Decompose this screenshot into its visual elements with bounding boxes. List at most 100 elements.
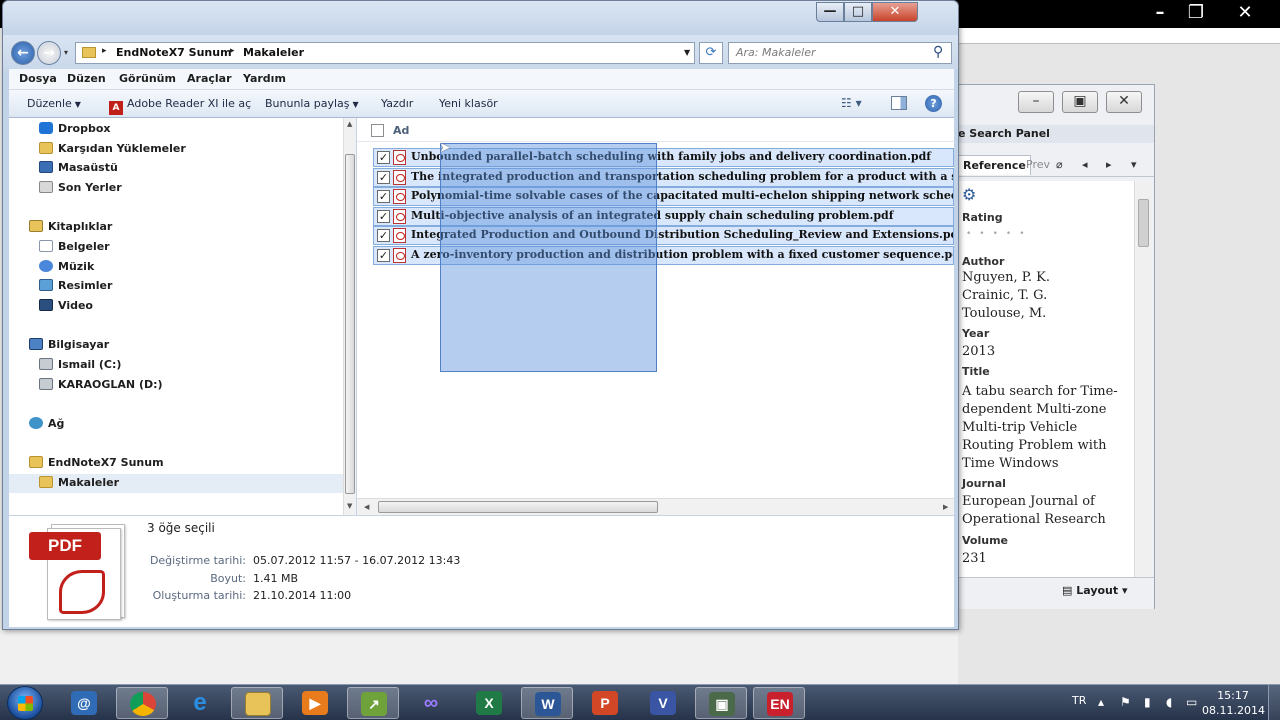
tab-reference[interactable]: Reference (958, 155, 1031, 175)
open-with-button[interactable]: A Adobe Reader XI ile aç (109, 97, 251, 115)
nav-dropbox[interactable]: Dropbox (39, 120, 111, 138)
start-button[interactable] (7, 686, 43, 720)
new-folder-button[interactable]: Yeni klasör (439, 97, 498, 110)
taskbar-infinity[interactable]: ∞ (405, 687, 457, 719)
next-icon[interactable]: ▸ (1106, 158, 1112, 171)
attachment-icon[interactable]: ⌀ (1056, 158, 1063, 171)
endnote-close-button[interactable]: ✕ (1225, 2, 1265, 24)
scroll-up-icon[interactable]: ▲ (347, 120, 352, 128)
nav-drive-c[interactable]: Ismail (C:) (39, 356, 121, 374)
taskbar-media-player[interactable]: ▶ (289, 687, 341, 719)
menu-duzen[interactable]: Düzen (67, 72, 106, 85)
row-checkbox[interactable]: ✓ (377, 249, 390, 262)
title-line-5[interactable]: Time Windows (962, 455, 1059, 473)
more-icon[interactable]: ▾ (1131, 158, 1137, 171)
nav-music[interactable]: Müzik (39, 258, 94, 276)
chevron-right-icon[interactable]: ▸ (230, 46, 235, 56)
layout-button[interactable]: ▤ Layout ▾ (1062, 584, 1128, 597)
tab-preview[interactable]: Prev (1022, 155, 1054, 175)
chevron-right-icon[interactable]: ▸ (102, 46, 107, 56)
taskbar-internet-explorer[interactable]: e (174, 687, 226, 719)
nav-makaleler[interactable]: Makaleler (39, 474, 119, 492)
scroll-thumb[interactable] (378, 501, 658, 513)
signal-icon[interactable]: ▮ (1144, 695, 1151, 709)
scroll-right-icon[interactable]: ▶ (943, 503, 948, 511)
nav-endnote-folder[interactable]: EndNoteX7 Sunum (29, 454, 164, 472)
recent-pages-icon[interactable]: ▾ (64, 48, 68, 57)
breadcrumb-makaleler[interactable]: Makaleler (243, 46, 304, 59)
nav-libraries[interactable]: Kitaplıklar (29, 218, 112, 236)
row-checkbox[interactable]: ✓ (377, 210, 390, 223)
author-2[interactable]: Crainic, T. G. (962, 287, 1047, 305)
battery-icon[interactable]: ▭ (1186, 695, 1197, 709)
scroll-thumb[interactable] (345, 154, 355, 494)
panel-restore-button[interactable]: ▣ (1062, 91, 1098, 113)
author-3[interactable]: Toulouse, M. (962, 305, 1046, 323)
horizontal-scrollbar[interactable]: ◀ ▶ (357, 498, 954, 515)
preview-pane-icon[interactable] (891, 96, 907, 110)
share-button[interactable]: Bununla paylaş ▼ (265, 97, 359, 110)
year-value[interactable]: 2013 (962, 343, 995, 361)
refresh-button[interactable]: ⟳ (699, 42, 723, 64)
nav-drive-d[interactable]: KARAOGLAN (D:) (39, 376, 163, 394)
taskbar-visio[interactable]: V (637, 687, 689, 719)
author-1[interactable]: Nguyen, P. K. (962, 269, 1050, 287)
clock-time[interactable]: 15:17 (1208, 689, 1258, 702)
nav-downloads[interactable]: Karşıdan Yüklemeler (39, 140, 186, 158)
endnote-minimize-button[interactable]: – (1140, 2, 1180, 24)
menu-araclar[interactable]: Araçlar (187, 72, 232, 85)
column-name-header[interactable]: Ad (393, 124, 409, 137)
row-checkbox[interactable]: ✓ (377, 171, 390, 184)
search-icon[interactable]: ⚲ (933, 44, 943, 60)
nav-scrollbar[interactable]: ▲ ▼ (343, 118, 356, 515)
volume-value[interactable]: 231 (962, 550, 987, 568)
clock-date[interactable]: 08.11.2014 (1202, 704, 1265, 717)
breadcrumb-endnote[interactable]: EndNoteX7 Sunum (116, 46, 232, 59)
previous-icon[interactable]: ◂ (1082, 158, 1088, 171)
panel-close-button[interactable]: ✕ (1106, 91, 1142, 113)
title-line-2[interactable]: dependent Multi-zone (962, 401, 1107, 419)
minimize-button[interactable]: — (816, 2, 844, 22)
nav-pictures[interactable]: Resimler (39, 277, 112, 295)
chevron-down-icon[interactable]: ▼ (684, 48, 690, 57)
taskbar-endnote[interactable]: EN (753, 687, 805, 719)
nav-network[interactable]: Ağ (29, 415, 64, 433)
journal-line-2[interactable]: Operational Research (962, 511, 1106, 529)
nav-documents[interactable]: Belgeler (39, 238, 110, 256)
panel-minimize-button[interactable]: – (1018, 91, 1054, 113)
close-button[interactable]: ✕ (872, 2, 918, 22)
print-button[interactable]: Yazdır (381, 97, 413, 110)
nav-recent-places[interactable]: Son Yerler (39, 179, 122, 197)
title-line-3[interactable]: Multi-trip Vehicle (962, 419, 1077, 437)
scroll-thumb[interactable] (1138, 199, 1149, 247)
scroll-down-icon[interactable]: ▼ (347, 502, 352, 510)
select-all-checkbox[interactable] (371, 124, 384, 137)
view-options-icon[interactable]: ☷ ▾ (841, 96, 862, 110)
nav-video[interactable]: Video (39, 297, 93, 315)
journal-line-1[interactable]: European Journal of (962, 493, 1095, 511)
menu-dosya[interactable]: Dosya (19, 72, 57, 85)
taskbar-project[interactable]: ↗ (347, 687, 399, 719)
title-line-1[interactable]: A tabu search for Time- (962, 383, 1118, 401)
taskbar-chrome[interactable] (116, 687, 168, 719)
taskbar-excel[interactable]: X (463, 687, 515, 719)
row-checkbox[interactable]: ✓ (377, 229, 390, 242)
row-checkbox[interactable]: ✓ (377, 151, 390, 164)
organize-button[interactable]: Düzenle ▼ (27, 97, 81, 110)
taskbar-remote[interactable]: ▣ (695, 687, 747, 719)
menu-yardim[interactable]: Yardım (243, 72, 286, 85)
language-indicator[interactable]: TR (1072, 694, 1086, 707)
endnote-maximize-button[interactable]: ❐ (1176, 2, 1216, 24)
nav-computer[interactable]: Bilgisayar (29, 336, 109, 354)
row-checkbox[interactable]: ✓ (377, 190, 390, 203)
taskbar-word[interactable]: W (521, 687, 573, 719)
back-button[interactable]: ← (11, 41, 35, 65)
gear-icon[interactable]: ⚙ (962, 185, 976, 204)
chevron-up-icon[interactable]: ▴ (1098, 695, 1104, 709)
scroll-left-icon[interactable]: ◀ (364, 503, 369, 511)
show-desktop-button[interactable] (1268, 685, 1280, 720)
menu-gorunum[interactable]: Görünüm (119, 72, 176, 85)
taskbar-powerpoint[interactable]: P (579, 687, 631, 719)
rating-stars[interactable]: ••••• (966, 229, 1033, 239)
action-center-icon[interactable]: ⚑ (1120, 695, 1131, 709)
